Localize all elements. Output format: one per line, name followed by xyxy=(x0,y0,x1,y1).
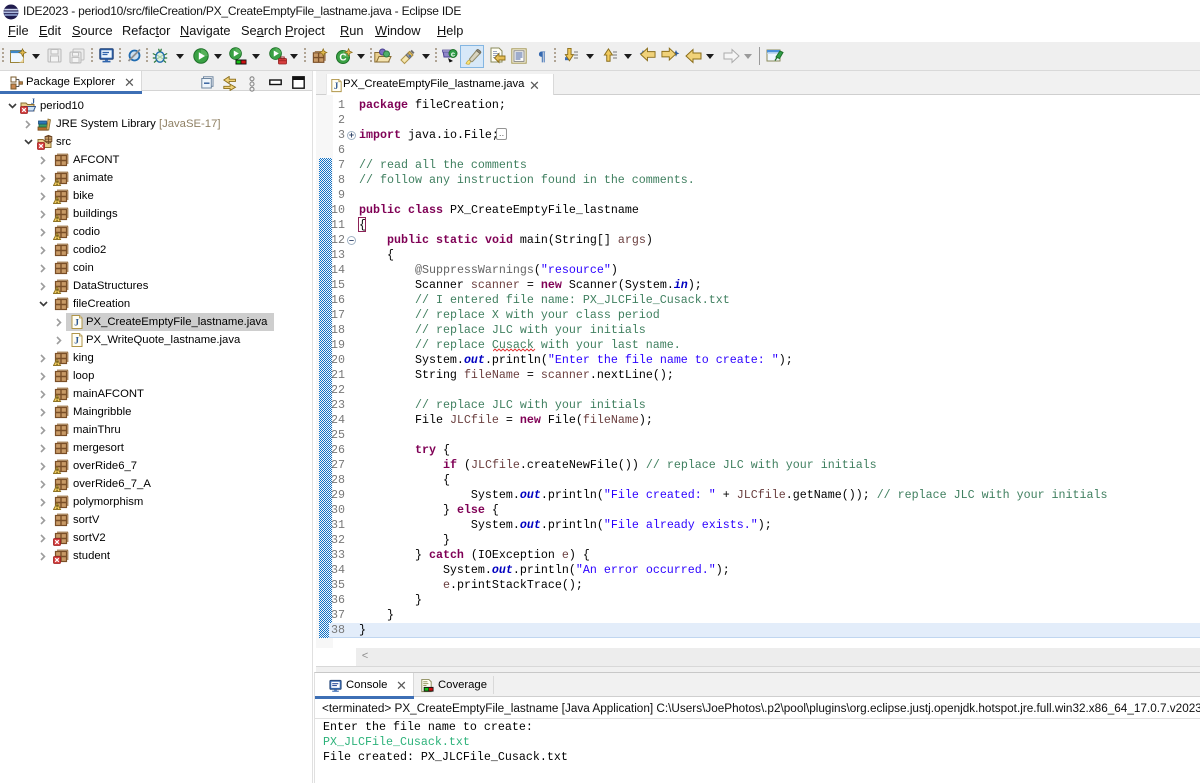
svg-text:J: J xyxy=(74,319,79,329)
svg-text:c: c xyxy=(451,49,455,58)
svg-text:J: J xyxy=(74,337,79,347)
svg-text:¶: ¶ xyxy=(538,50,546,64)
svg-text:J: J xyxy=(334,81,339,91)
svg-text:J: J xyxy=(31,98,35,106)
svg-text:C: C xyxy=(339,53,346,64)
